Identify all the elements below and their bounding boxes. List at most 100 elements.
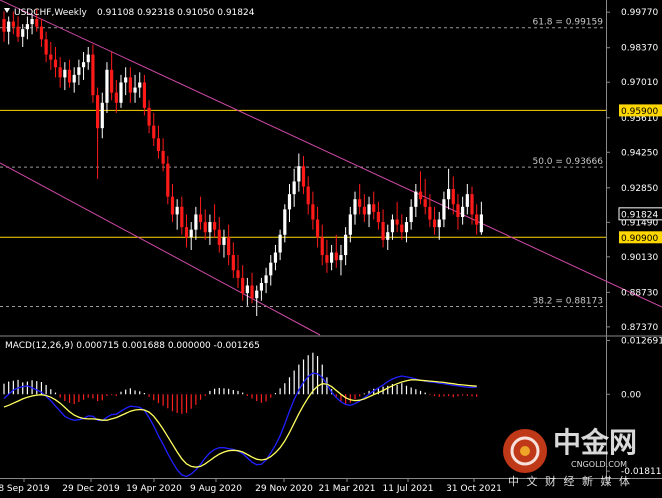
candle-bear [44,39,48,55]
price-tick-label: 0.94250 [621,148,658,158]
candle-bull [447,189,451,200]
candle-bear [198,214,203,223]
candle-bull [255,290,259,299]
price-tick-label: 0.88730 [621,288,658,298]
candle-bull [175,206,179,215]
candle-bull [208,222,212,233]
candle-bear [152,125,156,139]
fib-level-label: 50.0 = 0.93666 [532,157,603,167]
candle-bull [461,206,465,217]
candle-bull [386,232,390,240]
level-price-label: 0.95900 [621,107,658,117]
candle-bull [339,255,343,261]
usdchf-weekly-chart: 61.8 = 0.99159 50.0 = 0.93666 38.2 = 0.881… [0,0,662,494]
candle-bull [273,252,278,263]
candle-bear [400,224,404,233]
candle-bull [77,67,81,75]
candle-bull [81,62,86,68]
candle-bull [194,214,198,230]
candle-bull [189,229,193,238]
cngold-watermark: 中金网 CNGOLD.COM 中 文 财 经 新 媒 体 [503,426,637,488]
price-tick-label: 0.99770 [621,8,658,18]
last-price-label: 0.91824 [621,210,658,220]
candle-bear [213,222,217,230]
candle-bear [423,199,427,207]
candle-bear [180,206,184,228]
candle-bear [250,285,254,299]
time-tick-label: 9 Aug 2020 [190,484,242,494]
price-tick-label: 0.97010 [621,78,658,88]
candle-bear [236,270,240,278]
candle-bear [114,92,118,103]
candle-bull [283,209,287,235]
candle-bull [30,19,34,25]
candle-bear [428,206,432,220]
candle-bear [39,26,44,40]
candle-bull [287,194,292,210]
macd-tick-label: 0.012691 [621,336,662,346]
candle-bull [269,262,273,276]
fib-level-label: 61.8 = 0.99159 [532,18,603,28]
candle-bull [124,77,128,83]
time-tick-label: 8 Sep 2019 [0,484,50,494]
cngold-logo-dot [520,446,530,456]
price-tick-label: 0.87370 [621,323,658,333]
time-tick-label: 31 Oct 2021 [446,484,502,494]
candle-bear [142,82,146,108]
candle-bear [128,77,132,93]
candle-bear [432,219,437,228]
candle-bear [362,206,366,215]
candle-bear [231,255,235,271]
candle-bull [86,54,90,63]
candle-bear [2,19,6,32]
candle-bear [184,227,189,238]
candle-bear [372,204,376,212]
time-tick-label: 11 Jul 2021 [383,484,434,494]
candle-bear [96,95,100,129]
candle-bear [376,211,380,223]
candle-bull [63,69,67,78]
candle-bear [35,19,39,27]
time-tick-label: 29 Nov 2020 [255,484,313,494]
level-price-label: 0.90900 [621,234,658,244]
candle-bear [170,196,175,215]
candle-bear [418,191,423,200]
candle-bull [292,181,296,195]
candle-bear [320,237,324,256]
macd-label: MACD(12,26,9) 0.000715 0.001688 0.000000… [5,341,260,351]
candle-bull [278,234,282,253]
candle-bull [72,74,76,83]
candle-bear [58,67,62,78]
candle-bull [100,102,104,129]
symbol-header: USDCHF,Weekly 0.91108 0.92318 0.91050 0.… [4,8,255,18]
candle-bull [264,275,268,283]
time-tick-label: 29 Dec 2019 [62,484,120,494]
candle-bear [67,69,72,83]
macd-tick-label: 0.00 [621,390,641,400]
candle-bear [147,107,151,126]
candle-bear [315,219,320,238]
candle-bear [166,163,170,197]
candle-bull [414,191,418,207]
candle-bear [475,214,479,225]
candle-bear [110,69,114,93]
candle-bull [105,69,109,103]
candle-bear [161,151,165,164]
time-axis: 8 Sep 2019 29 Dec 2019 19 Apr 2020 9 Aug 20… [0,478,502,494]
candle-bull [404,222,409,233]
candle-bull [7,21,11,32]
fib-level-label: 38.2 = 0.88173 [532,296,603,306]
candle-bear [456,204,460,217]
candle-bull [133,87,137,93]
candle-bear [217,229,221,245]
candle-bull [437,219,441,228]
candle-bear [16,26,20,37]
candle-bear [470,194,474,215]
candle-bear [306,186,310,205]
price-tick-label: 0.92850 [621,184,658,194]
candle-bull [344,234,348,256]
candle-bull [409,206,413,223]
candle-bull [119,82,123,103]
candle-bear [49,54,53,60]
price-tick-label: 0.90130 [621,253,658,263]
